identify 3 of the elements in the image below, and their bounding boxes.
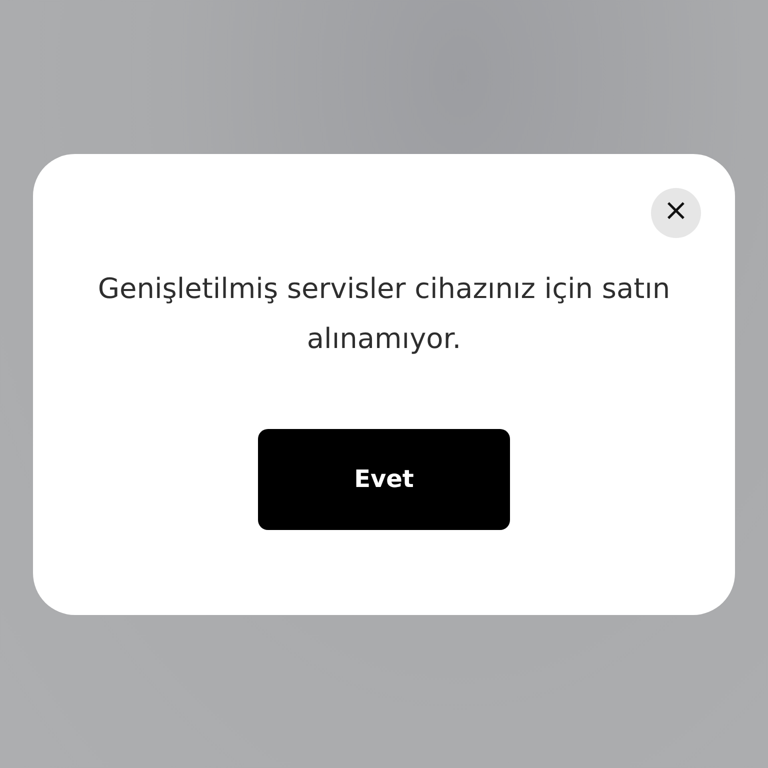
dialog-message: Genişletilmiş servisler cihazınız için satın alınamıyor. — [96, 270, 672, 356]
confirm-button[interactable]: Evet — [258, 428, 510, 530]
close-button[interactable]: × — [651, 188, 701, 238]
